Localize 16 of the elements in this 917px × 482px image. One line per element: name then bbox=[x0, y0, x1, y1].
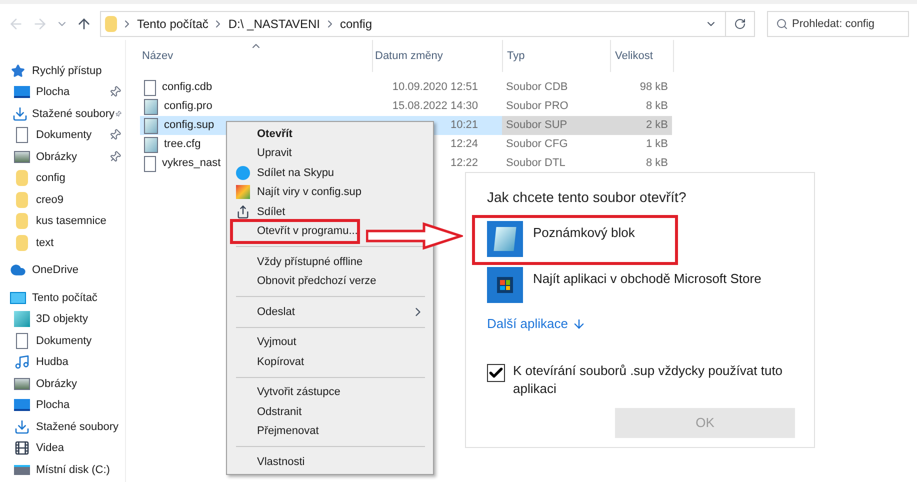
file-type-cell-text: Soubor PRO bbox=[505, 99, 570, 114]
file-date-cell-text: 12:22 bbox=[449, 156, 479, 172]
dialog-title: Jak chcete tento soubor otevřít? bbox=[487, 188, 688, 207]
file-size-cell-text: 1 kB bbox=[644, 137, 669, 152]
file-type-cell-text: Soubor DTL bbox=[505, 156, 566, 172]
file-type-cell-text: Soubor CFG bbox=[505, 137, 569, 152]
file-size-cell-text: 8 kB bbox=[644, 156, 669, 172]
file-type-cell: Soubor SUP bbox=[502, 116, 610, 135]
file-date-cell-text: 15.08.2022 14:30 bbox=[391, 99, 479, 114]
checkbox-label: K otevírání souborů .sup vždycky používat tuto aplikaci bbox=[513, 362, 783, 398]
file-size-cell: 2 kB bbox=[610, 116, 672, 135]
file-date-cell-text: 10.09.2020 12:51 bbox=[391, 80, 479, 96]
file-size-cell-text: 98 kB bbox=[638, 80, 669, 96]
file-type-cell-text: Soubor CDB bbox=[505, 80, 569, 96]
file-date-cell-text: 12:24 bbox=[449, 137, 479, 152]
file-size-cell-text: 8 kB bbox=[644, 99, 669, 114]
